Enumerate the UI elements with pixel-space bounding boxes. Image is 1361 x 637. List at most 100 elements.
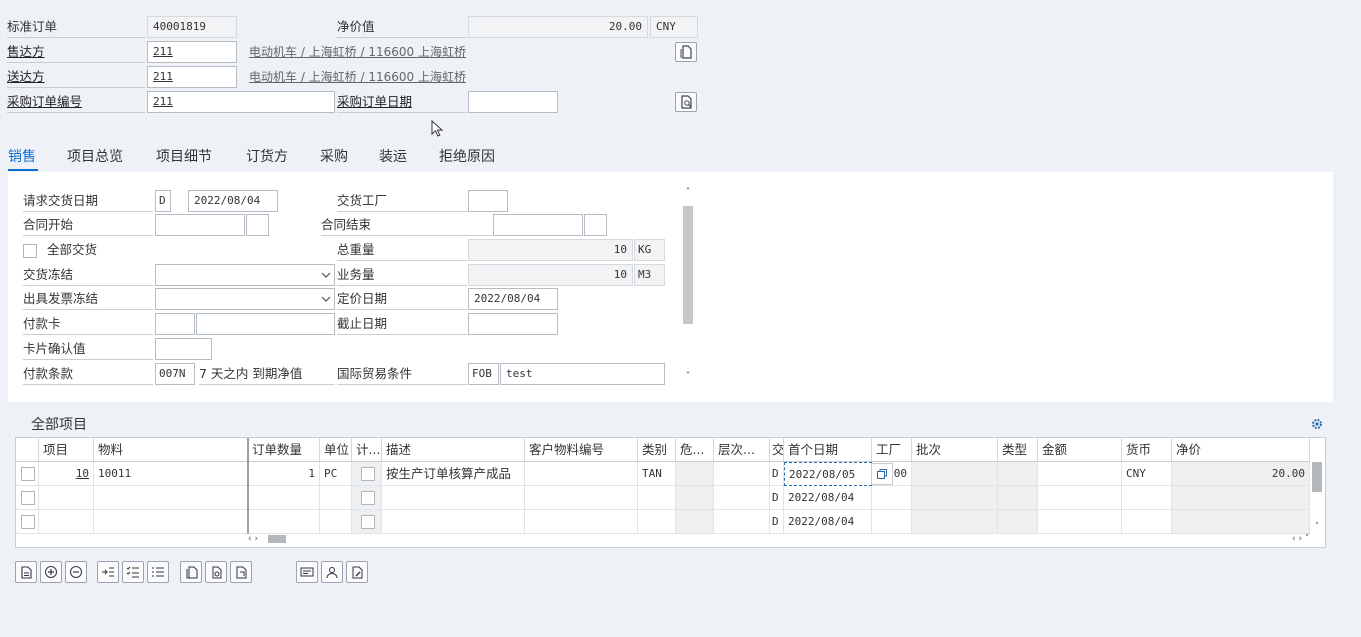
cell-customer-material[interactable] <box>525 486 638 510</box>
cell-unit[interactable] <box>320 486 352 510</box>
display-settings-button[interactable] <box>296 561 318 583</box>
scroll-left-right-icon[interactable]: ‹ › <box>248 534 268 544</box>
cell-plant[interactable] <box>872 486 912 510</box>
column-header-category[interactable]: 类别 <box>638 438 676 462</box>
column-header-material[interactable]: 物料 <box>94 438 248 462</box>
checkbox-icon[interactable] <box>23 243 37 258</box>
checklist-button[interactable] <box>122 561 144 583</box>
req-delivery-date-field[interactable]: 2022/08/04 <box>188 190 278 212</box>
scroll-up-icon[interactable]: ˄ <box>683 186 693 200</box>
payment-card-type-field[interactable] <box>155 313 195 335</box>
cell-amount[interactable] <box>1038 510 1122 534</box>
column-header-plant[interactable]: 工厂 <box>872 438 912 462</box>
row-selector[interactable] <box>16 510 39 534</box>
cell-currency[interactable] <box>1122 486 1172 510</box>
delete-row-button[interactable] <box>65 561 87 583</box>
cell-first-date[interactable]: 2022/08/04 <box>784 486 872 510</box>
column-header-customer-material[interactable]: 客户物料编号 <box>525 438 638 462</box>
cell-customer-material[interactable] <box>525 510 638 534</box>
column-header-item[interactable]: 项目 <box>39 438 94 462</box>
cell-order-qty[interactable] <box>248 510 320 534</box>
delivery-block-select[interactable] <box>155 264 335 286</box>
copy-document-button[interactable] <box>180 561 202 583</box>
column-header-first-date[interactable]: 首个日期 <box>784 438 872 462</box>
contract-start-field[interactable] <box>155 214 245 236</box>
column-header-order-qty[interactable]: 订单数量 <box>248 438 320 462</box>
column-header-amount[interactable]: 金额 <box>1038 438 1122 462</box>
payment-card-number-field[interactable] <box>196 313 335 335</box>
ship-to-description[interactable]: 电动机车 / 上海虹桥 / 116600 上海虹桥 <box>249 66 466 88</box>
scroll-left-right-icon[interactable]: ‹ › ˅ <box>1292 534 1322 544</box>
sold-to-description[interactable]: 电动机车 / 上海虹桥 / 116600 上海虹桥 <box>249 41 466 63</box>
po-number-field[interactable]: 211 <box>147 91 335 113</box>
cell-hazard[interactable] <box>676 462 714 486</box>
billing-block-select[interactable] <box>155 288 335 310</box>
sold-to-label[interactable]: 售达方 <box>7 41 145 63</box>
cell-calc[interactable] <box>352 486 382 510</box>
edit-document-button[interactable] <box>346 561 368 583</box>
tab-shipping[interactable]: 装运 <box>379 145 407 169</box>
column-header-type[interactable]: 类型 <box>998 438 1038 462</box>
cell-net-price[interactable]: 20.00 <box>1172 462 1310 486</box>
cell-hazard[interactable] <box>676 510 714 534</box>
cell-category[interactable] <box>638 486 676 510</box>
contract-end-field[interactable] <box>493 214 583 236</box>
column-header-description[interactable]: 描述 <box>382 438 525 462</box>
cell-net-price[interactable] <box>1172 510 1310 534</box>
ship-to-field[interactable]: 211 <box>147 66 237 88</box>
pricing-date-field[interactable]: 2022/08/04 <box>468 288 558 310</box>
payment-terms-field[interactable]: 007N <box>155 363 195 385</box>
tab-sales[interactable]: 销售 <box>8 145 36 169</box>
cell-first-date[interactable]: 2022/08/04 <box>784 510 872 534</box>
cell-hierarchy[interactable] <box>714 462 770 486</box>
cell-hierarchy[interactable] <box>714 486 770 510</box>
cell-currency[interactable] <box>1122 510 1172 534</box>
cell-category[interactable]: TAN <box>638 462 676 486</box>
checkbox-icon[interactable] <box>361 515 375 529</box>
scroll-up-icon[interactable]: ˄ <box>1312 522 1322 532</box>
cell-item[interactable]: 10 <box>39 462 94 486</box>
volume-field[interactable]: 10 <box>468 264 633 286</box>
cell-delivery-type[interactable]: D <box>770 510 784 534</box>
checkbox-icon[interactable] <box>21 491 35 505</box>
cell-type[interactable] <box>998 510 1038 534</box>
column-header-unit[interactable]: 单位 <box>320 438 352 462</box>
cell-order-qty[interactable] <box>248 486 320 510</box>
delivery-plant-field[interactable] <box>468 190 508 212</box>
cell-hierarchy[interactable] <box>714 510 770 534</box>
row-selector[interactable] <box>16 462 39 486</box>
column-header-batch[interactable]: 批次 <box>912 438 998 462</box>
tab-ordering-party[interactable]: 订货方 <box>246 145 288 169</box>
row-selector[interactable] <box>16 486 39 510</box>
item-detail-button[interactable] <box>15 561 37 583</box>
cell-currency[interactable]: CNY <box>1122 462 1172 486</box>
net-value-field[interactable]: 20.00 <box>468 16 648 38</box>
date-picker-button[interactable] <box>871 463 893 485</box>
cell-description[interactable] <box>382 486 525 510</box>
column-header-calc[interactable]: 计... <box>352 438 382 462</box>
cell-batch[interactable] <box>912 462 998 486</box>
cell-calc[interactable] <box>352 462 382 486</box>
document-export-button[interactable] <box>230 561 252 583</box>
sold-to-detail-button[interactable] <box>675 42 697 62</box>
cell-description[interactable]: 按生产订单核算产成品 <box>382 462 525 486</box>
column-header-hierarchy[interactable]: 层次... <box>714 438 770 462</box>
checkbox-icon[interactable] <box>361 491 375 505</box>
cell-order-qty[interactable]: 1 <box>248 462 320 486</box>
table-horizontal-scrollbar-thumb[interactable] <box>268 535 286 543</box>
cell-batch[interactable] <box>912 486 998 510</box>
checkbox-icon[interactable] <box>21 467 35 481</box>
ship-to-label[interactable]: 送达方 <box>7 66 145 88</box>
cell-hazard[interactable] <box>676 486 714 510</box>
cell-material[interactable]: 10011 <box>94 462 248 486</box>
scroll-down-icon[interactable]: ˅ <box>683 370 693 384</box>
cell-type[interactable] <box>998 462 1038 486</box>
cell-amount[interactable] <box>1038 462 1122 486</box>
column-header-delivery[interactable]: 交 <box>770 438 784 462</box>
cell-net-price[interactable] <box>1172 486 1310 510</box>
cell-delivery-type[interactable]: D <box>770 486 784 510</box>
po-date-field[interactable] <box>468 91 558 113</box>
incoterms-location-field[interactable]: test <box>500 363 665 385</box>
column-header-hazard[interactable]: 危... <box>676 438 714 462</box>
cell-calc[interactable] <box>352 510 382 534</box>
